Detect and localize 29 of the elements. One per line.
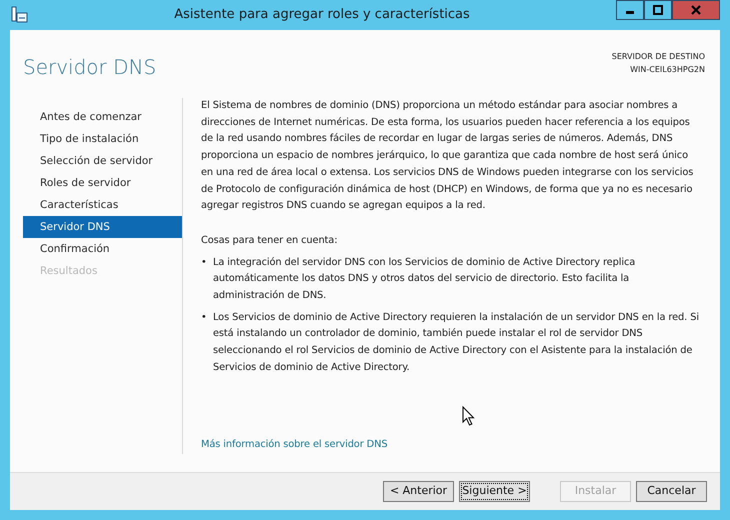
maximize-icon: [653, 5, 663, 15]
wizard-step[interactable]: Roles de servidor: [23, 172, 182, 194]
wizard-step[interactable]: Características: [23, 194, 182, 216]
wizard-step[interactable]: Confirmación: [23, 238, 182, 260]
minimize-button[interactable]: [616, 0, 644, 20]
page-title: Servidor DNS: [23, 54, 156, 81]
mouse-cursor-icon: [462, 406, 475, 426]
bullet-mark: •: [201, 310, 208, 325]
close-button[interactable]: [672, 0, 720, 20]
maximize-button[interactable]: [644, 0, 672, 20]
destination-label: SERVIDOR DE DESTINO: [612, 51, 705, 63]
wizard-step[interactable]: Tipo de instalación: [23, 128, 182, 150]
bullet-mark: •: [201, 256, 208, 270]
wizard-button[interactable]: Siguiente >: [459, 481, 530, 502]
wizard-step: Resultados: [23, 260, 182, 282]
window-title: Asistente para agregar roles y características: [173, 6, 471, 24]
wizard-button[interactable]: < Anterior: [383, 481, 454, 502]
description-text: El Sistema de nombres de dominio (DNS) proporciona un método estándar para asociar nombres a direcciones de Internet numéricas. De esta forma, los usuarios pueden hacer referencia a los equipos de la red usando nombres fáciles de recordar en lugar de largas series de números. Además, DNS proporciona un espacio de nombres jerárquico, lo que garantiza que cada nombre de host será único en una red de área local o extensa. Los servicios DNS de Windows pueden integrarse con los servicios de Protocolo de configuración dinámica de host (DHCP) en Windows, de forma que ya no es necesario agregar registros DNS cuando se agregan equipos a la red.: [201, 99, 694, 214]
close-icon: [691, 5, 701, 15]
more-info-link[interactable]: Más información sobre el servidor DNS: [201, 437, 388, 454]
note-text: Los Servicios de dominio de Active Directory requieren la instalación de un servidor DNS en la red. Si está instalando un controlador de dominio, también puede instalar el rol de servidor DNS seleccionando el rol Servicios de dominio de Active Directory con el Asistente para la instalación de Servicios de dominio de Active Directory.: [213, 310, 700, 375]
wizard-step[interactable]: Antes de comenzar: [23, 106, 182, 128]
destination-server: WIN-CEIL63HPG2N: [629, 64, 705, 76]
wizard-step[interactable]: Servidor DNS: [23, 216, 182, 238]
notes-heading: Cosas para tener en cuenta:: [201, 234, 338, 248]
note-text: La integración del servidor DNS con los Servicios de dominio de Active Directory replica automáticamente los datos DNS y otros datos del servicio de directorio. Esto facilita la administración de DNS.: [213, 256, 636, 304]
server-manager-icon: [10, 6, 28, 24]
wizard-button[interactable]: Cancelar: [636, 481, 707, 502]
wizard-step[interactable]: Selección de servidor: [23, 150, 182, 172]
